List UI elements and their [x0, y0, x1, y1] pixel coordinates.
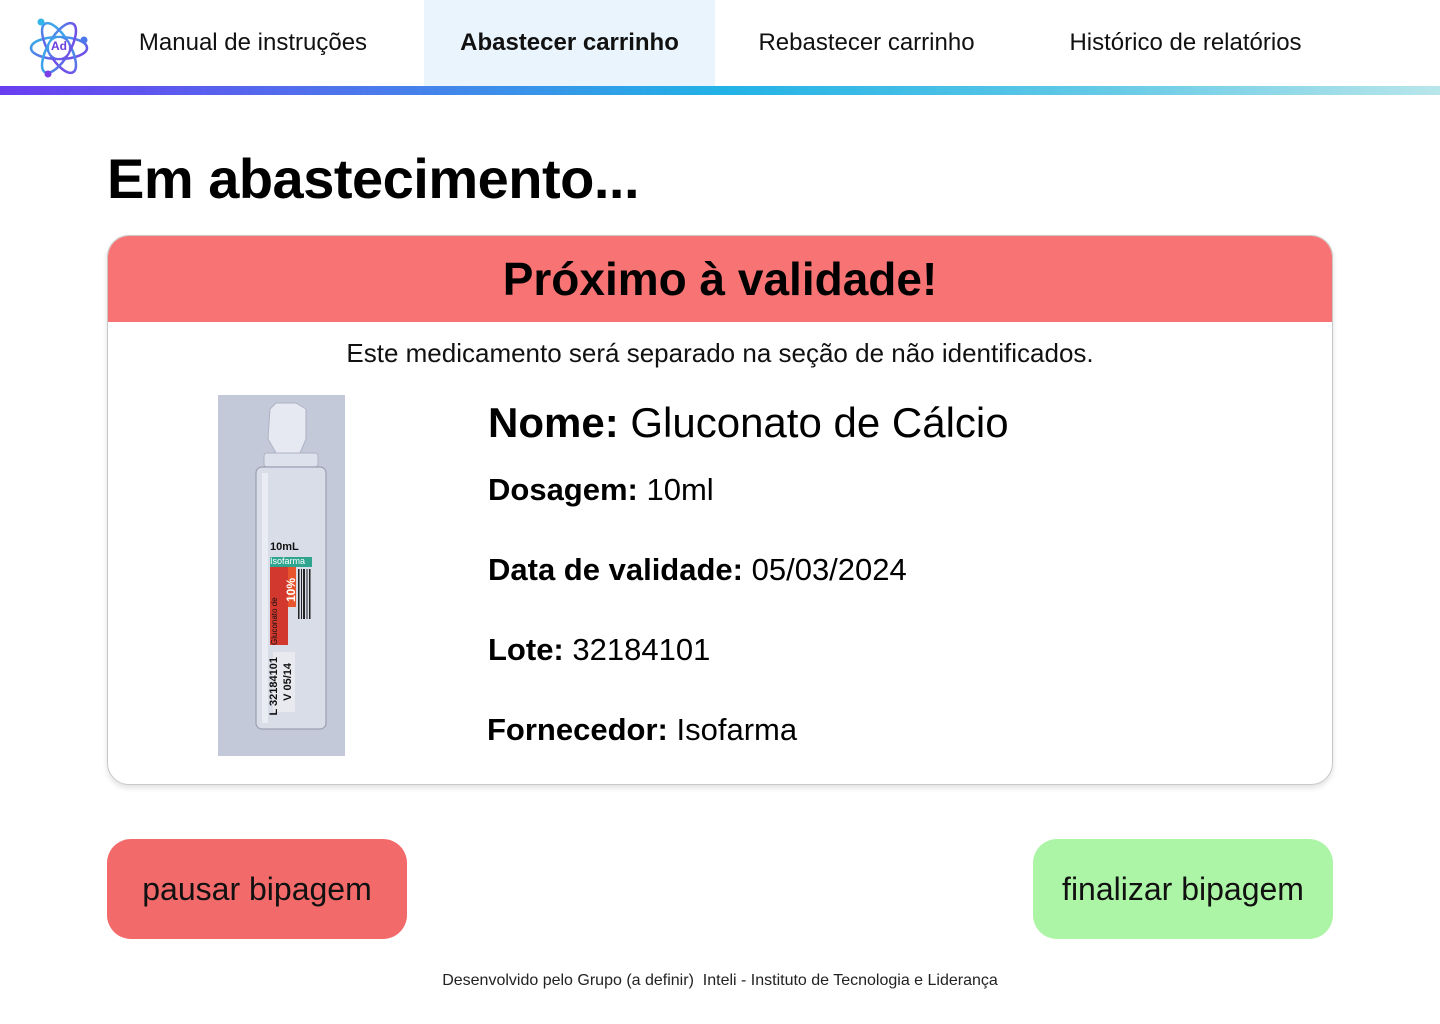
- field-nome: Nome: Gluconato de Cálcio: [488, 399, 1009, 447]
- field-label: Lote:: [488, 632, 564, 667]
- pause-scanning-button[interactable]: pausar bipagem: [107, 839, 407, 939]
- top-navigation: Ad Manual de instruções Abastecer carrin…: [0, 0, 1440, 86]
- photo-brand-text: Isofarma: [270, 556, 306, 566]
- atom-logo-icon[interactable]: Ad: [28, 14, 90, 80]
- photo-name-text: Gluconato de Cálcio: [270, 595, 279, 645]
- tab-label: Rebastecer carrinho: [758, 29, 975, 56]
- tab-abastecer-carrinho[interactable]: Abastecer carrinho: [424, 0, 715, 86]
- field-value: Isofarma: [676, 712, 798, 747]
- photo-percent-text: 10%: [284, 578, 298, 603]
- field-fornecedor: Fornecedor: Isofarma: [487, 712, 797, 748]
- tab-label: Histórico de relatórios: [1069, 29, 1302, 56]
- finish-scanning-button[interactable]: finalizar bipagem: [1033, 839, 1333, 939]
- tab-label: Abastecer carrinho: [460, 29, 679, 56]
- photo-expiry-text: V 05/14: [282, 663, 294, 701]
- field-data-de-validade: Data de validade: 05/03/2024: [488, 552, 907, 588]
- alert-message: Este medicamento será separado na seção …: [346, 338, 1094, 368]
- tab-manual-de-instrucoes[interactable]: Manual de instruções: [110, 0, 396, 86]
- field-label: Fornecedor:: [487, 712, 668, 747]
- field-value: 32184101: [572, 632, 711, 667]
- field-value: 10ml: [646, 472, 714, 507]
- alert-header: Próximo à validade!: [108, 236, 1332, 322]
- field-label: Data de validade:: [488, 552, 743, 587]
- field-dosagem: Dosagem: 10ml: [488, 472, 714, 508]
- photo-volume-text: 10mL: [270, 541, 299, 553]
- medication-photo: 10mL Isofarma 10% Gluconato de Cálcio L …: [218, 395, 345, 756]
- field-value: 05/03/2024: [751, 552, 907, 587]
- nav-gradient-bar: [0, 86, 1440, 95]
- field-lote: Lote: 32184101: [488, 632, 710, 668]
- page-title: Em abastecimento...: [107, 147, 640, 210]
- tab-rebastecer-carrinho[interactable]: Rebastecer carrinho: [724, 0, 1009, 86]
- logo-text: Ad: [51, 39, 67, 53]
- field-label: Dosagem:: [488, 472, 638, 507]
- photo-lot-text: L 32184101: [268, 657, 280, 716]
- field-label: Nome:: [488, 399, 619, 446]
- field-value: Gluconato de Cálcio: [630, 399, 1009, 446]
- tab-historico-de-relatorios[interactable]: Histórico de relatórios: [1030, 0, 1341, 86]
- tab-label: Manual de instruções: [138, 29, 368, 56]
- alert-title: Próximo à validade!: [502, 253, 938, 305]
- medication-alert-card: Próximo à validade! Este medicamento ser…: [107, 235, 1333, 785]
- footer-credits: Desenvolvido pelo Grupo (a definir) Inte…: [442, 972, 998, 989]
